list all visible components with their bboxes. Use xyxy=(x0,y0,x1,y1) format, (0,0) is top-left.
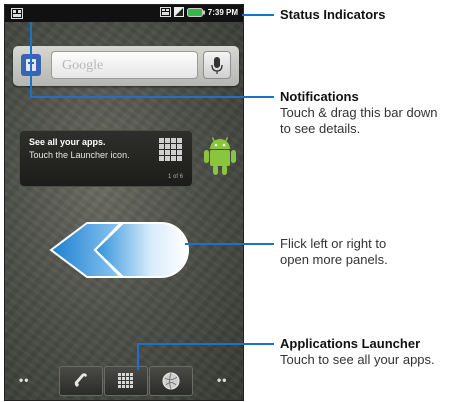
tip-page-indicator: 1 of 6 xyxy=(167,174,183,180)
search-placeholder: Google xyxy=(62,58,104,73)
phone-button[interactable] xyxy=(59,366,103,396)
launcher-callout-vline xyxy=(137,343,139,370)
notifications-callout-hline xyxy=(30,96,274,98)
notification-icon xyxy=(11,8,23,19)
browser-button[interactable] xyxy=(149,366,193,396)
launcher-tip-bubble[interactable]: See all your apps. Touch the Launcher ic… xyxy=(19,130,193,187)
status-callout-title: Status Indicators xyxy=(280,7,386,22)
status-clock: 7:39 PM xyxy=(207,7,238,17)
launcher-callout-line1: Touch to see all your apps. xyxy=(280,352,435,367)
phone-icon xyxy=(74,373,87,387)
flick-callout-line1: Flick left or right to xyxy=(280,236,387,251)
dock: •• •• xyxy=(5,360,243,400)
launcher-grid-icon xyxy=(159,138,182,161)
launcher-callout-hline xyxy=(138,343,274,345)
status-callout: Status Indicators xyxy=(280,7,385,23)
flick-callout-line xyxy=(185,243,274,245)
launcher-grid-icon xyxy=(118,373,133,388)
android-robot-icon xyxy=(204,137,236,175)
voice-search-button[interactable] xyxy=(203,51,231,79)
notifications-callout-title: Notifications xyxy=(280,89,359,104)
battery-icon xyxy=(186,7,205,17)
notifications-callout-line2: to see details. xyxy=(280,121,361,136)
launcher-callout: Applications Launcher Touch to see all y… xyxy=(280,336,435,368)
notifications-callout-vline xyxy=(30,22,32,98)
flick-callout: Flick left or right to open more panels. xyxy=(280,236,388,268)
microphone-icon xyxy=(211,57,223,74)
google-search-widget[interactable]: Google xyxy=(13,46,239,86)
launcher-button[interactable] xyxy=(104,366,148,396)
signal-icon xyxy=(173,7,184,17)
tip-body: Touch the Launcher icon. xyxy=(29,150,130,160)
sim-icon xyxy=(159,7,171,17)
notifications-callout: Notifications Touch & drag this bar down… xyxy=(280,89,438,137)
phone-screen: 7:39 PM Google See all your apps. Touch … xyxy=(4,4,244,401)
status-callout-line xyxy=(242,14,274,16)
notifications-callout-line1: Touch & drag this bar down xyxy=(280,105,438,120)
search-input[interactable]: Google xyxy=(51,51,198,79)
flick-arrow-icon xyxy=(49,222,189,278)
dock-left-dots[interactable]: •• xyxy=(19,373,29,387)
launcher-callout-title: Applications Launcher xyxy=(280,336,421,351)
flick-callout-line2: open more panels. xyxy=(280,252,388,267)
tip-title: See all your apps. xyxy=(29,137,106,147)
dock-right-dots[interactable]: •• xyxy=(217,373,227,387)
status-bar[interactable]: 7:39 PM xyxy=(5,5,243,22)
browser-icon xyxy=(162,372,180,390)
